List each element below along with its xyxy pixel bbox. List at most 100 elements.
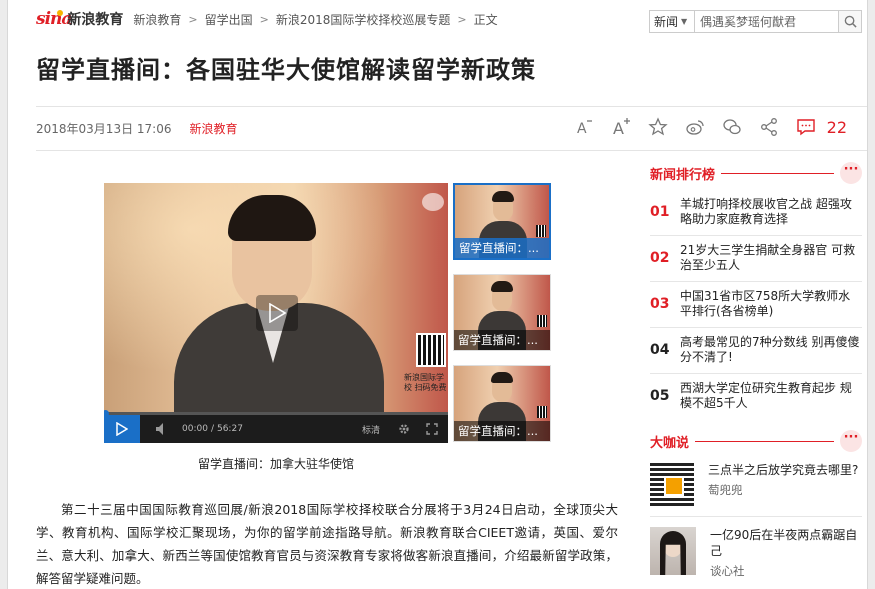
article-date: 2018年03月13日 17:06: [36, 122, 172, 136]
playlist-item-title: 留学直播间：...: [455, 238, 549, 258]
ranking-number: 05: [650, 388, 670, 404]
article-source-link[interactable]: 新浪教育: [189, 120, 237, 137]
breadcrumb-separator: >: [188, 12, 198, 26]
search-category-select[interactable]: 新闻 ▼: [650, 11, 695, 32]
ranking-item[interactable]: 01 羊城打响择校展收官之战 超强攻略助力家庭教育选择: [650, 190, 862, 236]
ranking-item[interactable]: 03 中国31省市区758所大学教师水平排行(各省榜单): [650, 282, 862, 328]
video-controls-right: 标清: [362, 423, 448, 436]
talk-thumbnail: [650, 527, 696, 575]
weibo-share-button[interactable]: [682, 116, 708, 138]
comment-button[interactable]: [793, 116, 819, 138]
ranking-item[interactable]: 02 21岁大三学生捐献全身器官 可救治至少五人: [650, 236, 862, 282]
font-decrease-button[interactable]: A: [571, 116, 597, 138]
playlist-item[interactable]: 留学直播间：...: [453, 365, 551, 442]
ranking-item[interactable]: 04 高考最常见的7种分数线 别再傻傻分不清了!: [650, 328, 862, 374]
thumb-qr-code: [537, 406, 547, 418]
share-button[interactable]: [756, 116, 782, 138]
search-icon: [844, 15, 857, 28]
talk-title: 大咖说: [650, 435, 690, 451]
breadcrumb-study-abroad[interactable]: 留学出国: [205, 11, 253, 28]
ranking-title: 新闻排行榜: [650, 167, 716, 183]
play-icon: [269, 303, 286, 323]
font-large-icon: A: [613, 118, 630, 137]
section-rule: [695, 440, 834, 442]
search-bar: 新闻 ▼: [649, 10, 862, 33]
ranking-link[interactable]: 中国31省市区758所大学教师水平排行(各省榜单): [680, 289, 862, 319]
search-button[interactable]: [838, 11, 861, 32]
ranking-link[interactable]: 羊城打响择校展收官之战 超强攻略助力家庭教育选择: [680, 197, 862, 227]
talk-qr-thumbnail: [650, 462, 694, 506]
ranking-number: 04: [650, 342, 670, 358]
talk-item-title[interactable]: 三点半之后放学究竟去哪里?: [708, 462, 858, 478]
wechat-icon: [722, 119, 741, 135]
star-icon: [647, 117, 668, 136]
section-rule: [721, 172, 834, 174]
channel-logo-icon: [422, 193, 444, 211]
talk-item[interactable]: 一亿90后在半夜两点霸踞自己 谈心社: [650, 527, 862, 589]
video-playlist: 留学直播间：... 留学直播间：... 留学直播间：...: [453, 183, 551, 456]
font-increase-button[interactable]: A: [608, 116, 634, 138]
chevron-down-icon: ▼: [681, 17, 688, 26]
talk-item-title[interactable]: 一亿90后在半夜两点霸踞自己: [710, 527, 862, 559]
ranking-link[interactable]: 高考最常见的7种分数线 别再傻傻分不清了!: [680, 335, 862, 365]
sina-logo-text: sina: [36, 9, 72, 29]
ranking-item[interactable]: 05 西湖大学定位研究生教育起步 规模不超5千人: [650, 374, 862, 420]
talk-info: 三点半之后放学究竟去哪里? 萄兜兜: [708, 462, 858, 506]
talk-more-button[interactable]: ···: [840, 430, 862, 452]
breadcrumb-separator: >: [457, 12, 467, 26]
thumb-person-hair: [491, 372, 513, 383]
talk-item[interactable]: 三点半之后放学究竟去哪里? 萄兜兜: [650, 462, 862, 517]
talk-info: 一亿90后在半夜两点霸踞自己 谈心社: [710, 527, 862, 579]
playlist-item-title: 留学直播间：...: [454, 421, 550, 441]
divider: [36, 106, 867, 107]
sina-edu-logo[interactable]: sina 新浪教育: [36, 9, 123, 29]
article-toolbar: A A 22: [560, 116, 847, 138]
playlist-item[interactable]: 留学直播间：...: [453, 183, 551, 260]
breadcrumb-sina-edu[interactable]: 新浪教育: [133, 11, 181, 28]
gear-icon[interactable]: [398, 423, 410, 435]
article-meta: 2018年03月13日 17:06 新浪教育: [36, 120, 238, 137]
playlist-item[interactable]: 留学直播间：...: [453, 274, 551, 351]
ranking-list: 01 羊城打响择校展收官之战 超强攻略助力家庭教育选择 02 21岁大三学生捐献…: [650, 190, 862, 420]
comment-icon: [796, 119, 815, 136]
top-nav: sina 新浪教育 新浪教育 > 留学出国 > 新浪2018国际学校择校巡展专题…: [36, 8, 498, 30]
talk-item-author: 谈心社: [710, 564, 745, 578]
ranking-link[interactable]: 21岁大三学生捐献全身器官 可救治至少五人: [680, 243, 862, 273]
article-body: 第二十三届中国国际教育巡回展/新浪2018国际学校择校联合分展将于3月24日启动…: [36, 502, 618, 586]
talk-header: 大咖说 ···: [650, 430, 862, 452]
ranking-number: 01: [650, 204, 670, 220]
ranking-number: 02: [650, 250, 670, 266]
weibo-icon: [685, 120, 704, 135]
share-icon: [760, 118, 777, 136]
playlist-item-title: 留学直播间：...: [454, 330, 550, 350]
comment-count[interactable]: 22: [827, 118, 847, 137]
edu-logo-text: 新浪教育: [67, 12, 124, 28]
search-input[interactable]: [695, 11, 838, 32]
favorite-button[interactable]: [645, 116, 671, 138]
thumb-qr-code: [537, 315, 547, 327]
play-button[interactable]: [104, 415, 140, 443]
thumb-person-hair: [491, 281, 513, 292]
search-category-label: 新闻: [654, 15, 679, 29]
ranking-more-button[interactable]: ···: [840, 162, 862, 184]
video-time-current: 00:00: [182, 424, 208, 434]
video-qr-code: [416, 333, 446, 367]
video-controls: 00:00 / 56:27 标清: [104, 415, 448, 443]
play-overlay-button[interactable]: [256, 295, 298, 331]
page: sina 新浪教育 新浪教育 > 留学出国 > 新浪2018国际学校择校巡展专题…: [7, 0, 868, 589]
wechat-share-button[interactable]: [719, 116, 745, 138]
fullscreen-icon[interactable]: [426, 423, 438, 435]
breadcrumb-special-topic[interactable]: 新浪2018国际学校择校巡展专题: [276, 11, 451, 28]
font-small-icon: A: [577, 120, 592, 137]
ranking-link[interactable]: 西湖大学定位研究生教育起步 规模不超5千人: [680, 381, 862, 411]
thumb-qr-code: [536, 225, 546, 237]
quality-select[interactable]: 标清: [362, 423, 380, 436]
volume-icon[interactable]: [154, 422, 170, 436]
breadcrumb-current: 正文: [473, 12, 498, 27]
video-player[interactable]: 新浪国际学校 扫码免费 00:00 / 56:27 标清: [104, 183, 448, 443]
play-icon: [116, 422, 128, 436]
video-qr-text: 新浪国际学校 扫码免费: [404, 373, 447, 392]
sidebar: 新闻排行榜 ··· 01 羊城打响择校展收官之战 超强攻略助力家庭教育选择 02…: [650, 162, 862, 589]
time-separator: /: [210, 424, 214, 434]
video-time-total: 56:27: [216, 424, 243, 434]
